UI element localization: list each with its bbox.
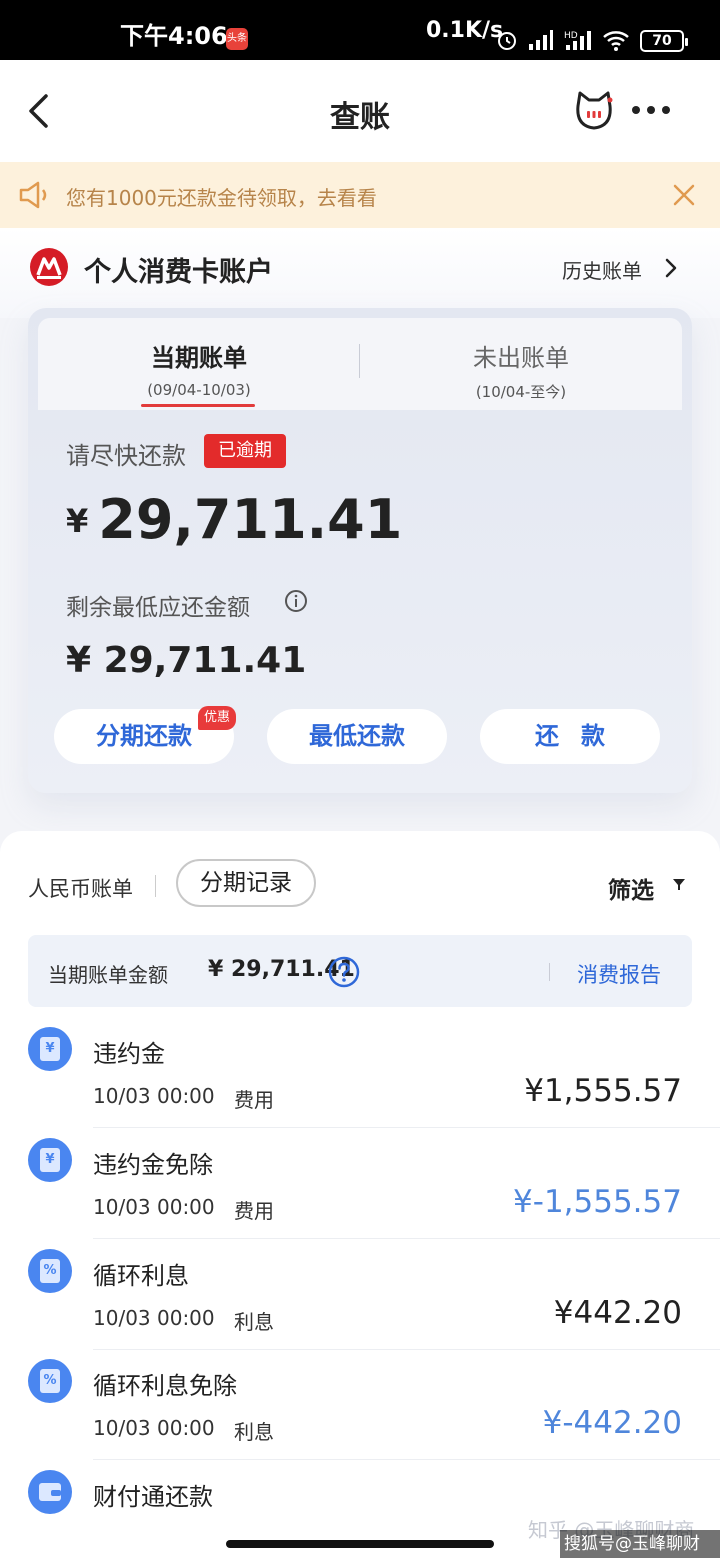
chevron-right-icon[interactable] (664, 258, 678, 278)
bank-logo-icon (30, 248, 68, 286)
total-due-amount: ¥29,711.41 (66, 488, 402, 551)
txn-time: 10/03 00:00 (93, 1416, 215, 1440)
more-button[interactable] (632, 106, 670, 114)
tab-label: 当期账单 (151, 344, 247, 372)
status-time: 下午4:06 (120, 22, 228, 50)
close-icon[interactable] (672, 183, 696, 207)
network-speed: 0.1K/s (426, 18, 504, 43)
history-bills-link[interactable]: 历史账单 (562, 255, 642, 284)
status-icons: HD (496, 28, 632, 52)
alarm-icon (498, 32, 516, 50)
total-due-value: 29,711.41 (98, 488, 403, 551)
speaker-icon (19, 181, 47, 209)
list-item[interactable]: % 循环利息免除 10/03 00:00 利息 ¥-442.20 (0, 1163, 720, 1460)
divider (93, 1459, 720, 1460)
list-item[interactable]: 财付通还款 (0, 1274, 720, 1514)
tab-date-range: (10/04-至今) (475, 383, 567, 401)
account-row: 个人消费卡账户 历史账单 (0, 228, 720, 318)
list-item[interactable]: ¥ 违约金免除 10/03 00:00 费用 ¥-1,555.57 (0, 942, 720, 1239)
repay-button[interactable]: 还款 (480, 709, 660, 764)
active-tab-indicator (141, 404, 255, 407)
notice-banner[interactable]: 您有1000元还款金待领取，去看看 (0, 162, 720, 228)
home-indicator[interactable] (226, 1540, 494, 1548)
status-bar: 下午4:06 头条 0.1K/s HD 70 (0, 0, 720, 60)
battery-icon: 70 (640, 30, 688, 52)
signal-icon (529, 30, 553, 50)
app-header: 查账 (0, 60, 720, 162)
list-item[interactable]: ¥ 违约金 10/03 00:00 费用 ¥1,555.57 (0, 831, 720, 1128)
cat-mascot-button[interactable] (574, 90, 614, 132)
repay-prompt: 请尽快还款 (66, 442, 186, 470)
account-title: 个人消费卡账户 (84, 257, 273, 288)
hd-signal-icon: HD (564, 31, 591, 50)
promo-badge: 优惠 (198, 706, 237, 730)
txn-title: 财付通还款 (93, 1483, 213, 1511)
bill-card: 当期账单 (09/04-10/03) 未出账单 (10/04-至今) 请尽快还款… (28, 308, 692, 793)
notice-text: 您有1000元还款金待领取，去看看 (66, 186, 377, 210)
wifi-icon (603, 31, 629, 51)
minimum-repay-button[interactable]: 最低还款 (267, 709, 447, 764)
txn-type: 利息 (234, 1420, 274, 1444)
info-icon[interactable] (284, 589, 308, 613)
cat-mascot-icon (576, 91, 613, 130)
bill-detail-panel: 人民币账单 分期记录 筛选 当期账单金额 ¥ 29,711.41 消费报告 ¥ … (0, 831, 720, 1560)
watermark-tag: 搜狐号@玉峰聊财商 (560, 1530, 720, 1558)
txn-amount: ¥-442.20 (542, 1405, 682, 1441)
tab-date-range: (09/04-10/03) (147, 381, 251, 399)
currency-symbol: ¥ (66, 502, 89, 540)
min-payment-amount: ¥ 29,711.41 (66, 640, 307, 681)
tab-unbilled[interactable]: 未出账单 (10/04-至今) (360, 318, 682, 410)
overdue-status-badge: 已逾期 (204, 434, 286, 468)
tab-label: 未出账单 (473, 344, 569, 372)
wallet-icon (28, 1470, 72, 1514)
min-payment-label: 剩余最低应还金额 (66, 595, 250, 621)
bill-tabs: 当期账单 (09/04-10/03) 未出账单 (10/04-至今) (38, 318, 682, 410)
news-app-badge-icon: 头条 (226, 28, 248, 50)
list-item[interactable]: % 循环利息 10/03 00:00 利息 ¥442.20 (0, 1053, 720, 1350)
svg-text:HD: HD (564, 31, 578, 41)
tab-current-bill[interactable]: 当期账单 (09/04-10/03) (38, 318, 360, 410)
